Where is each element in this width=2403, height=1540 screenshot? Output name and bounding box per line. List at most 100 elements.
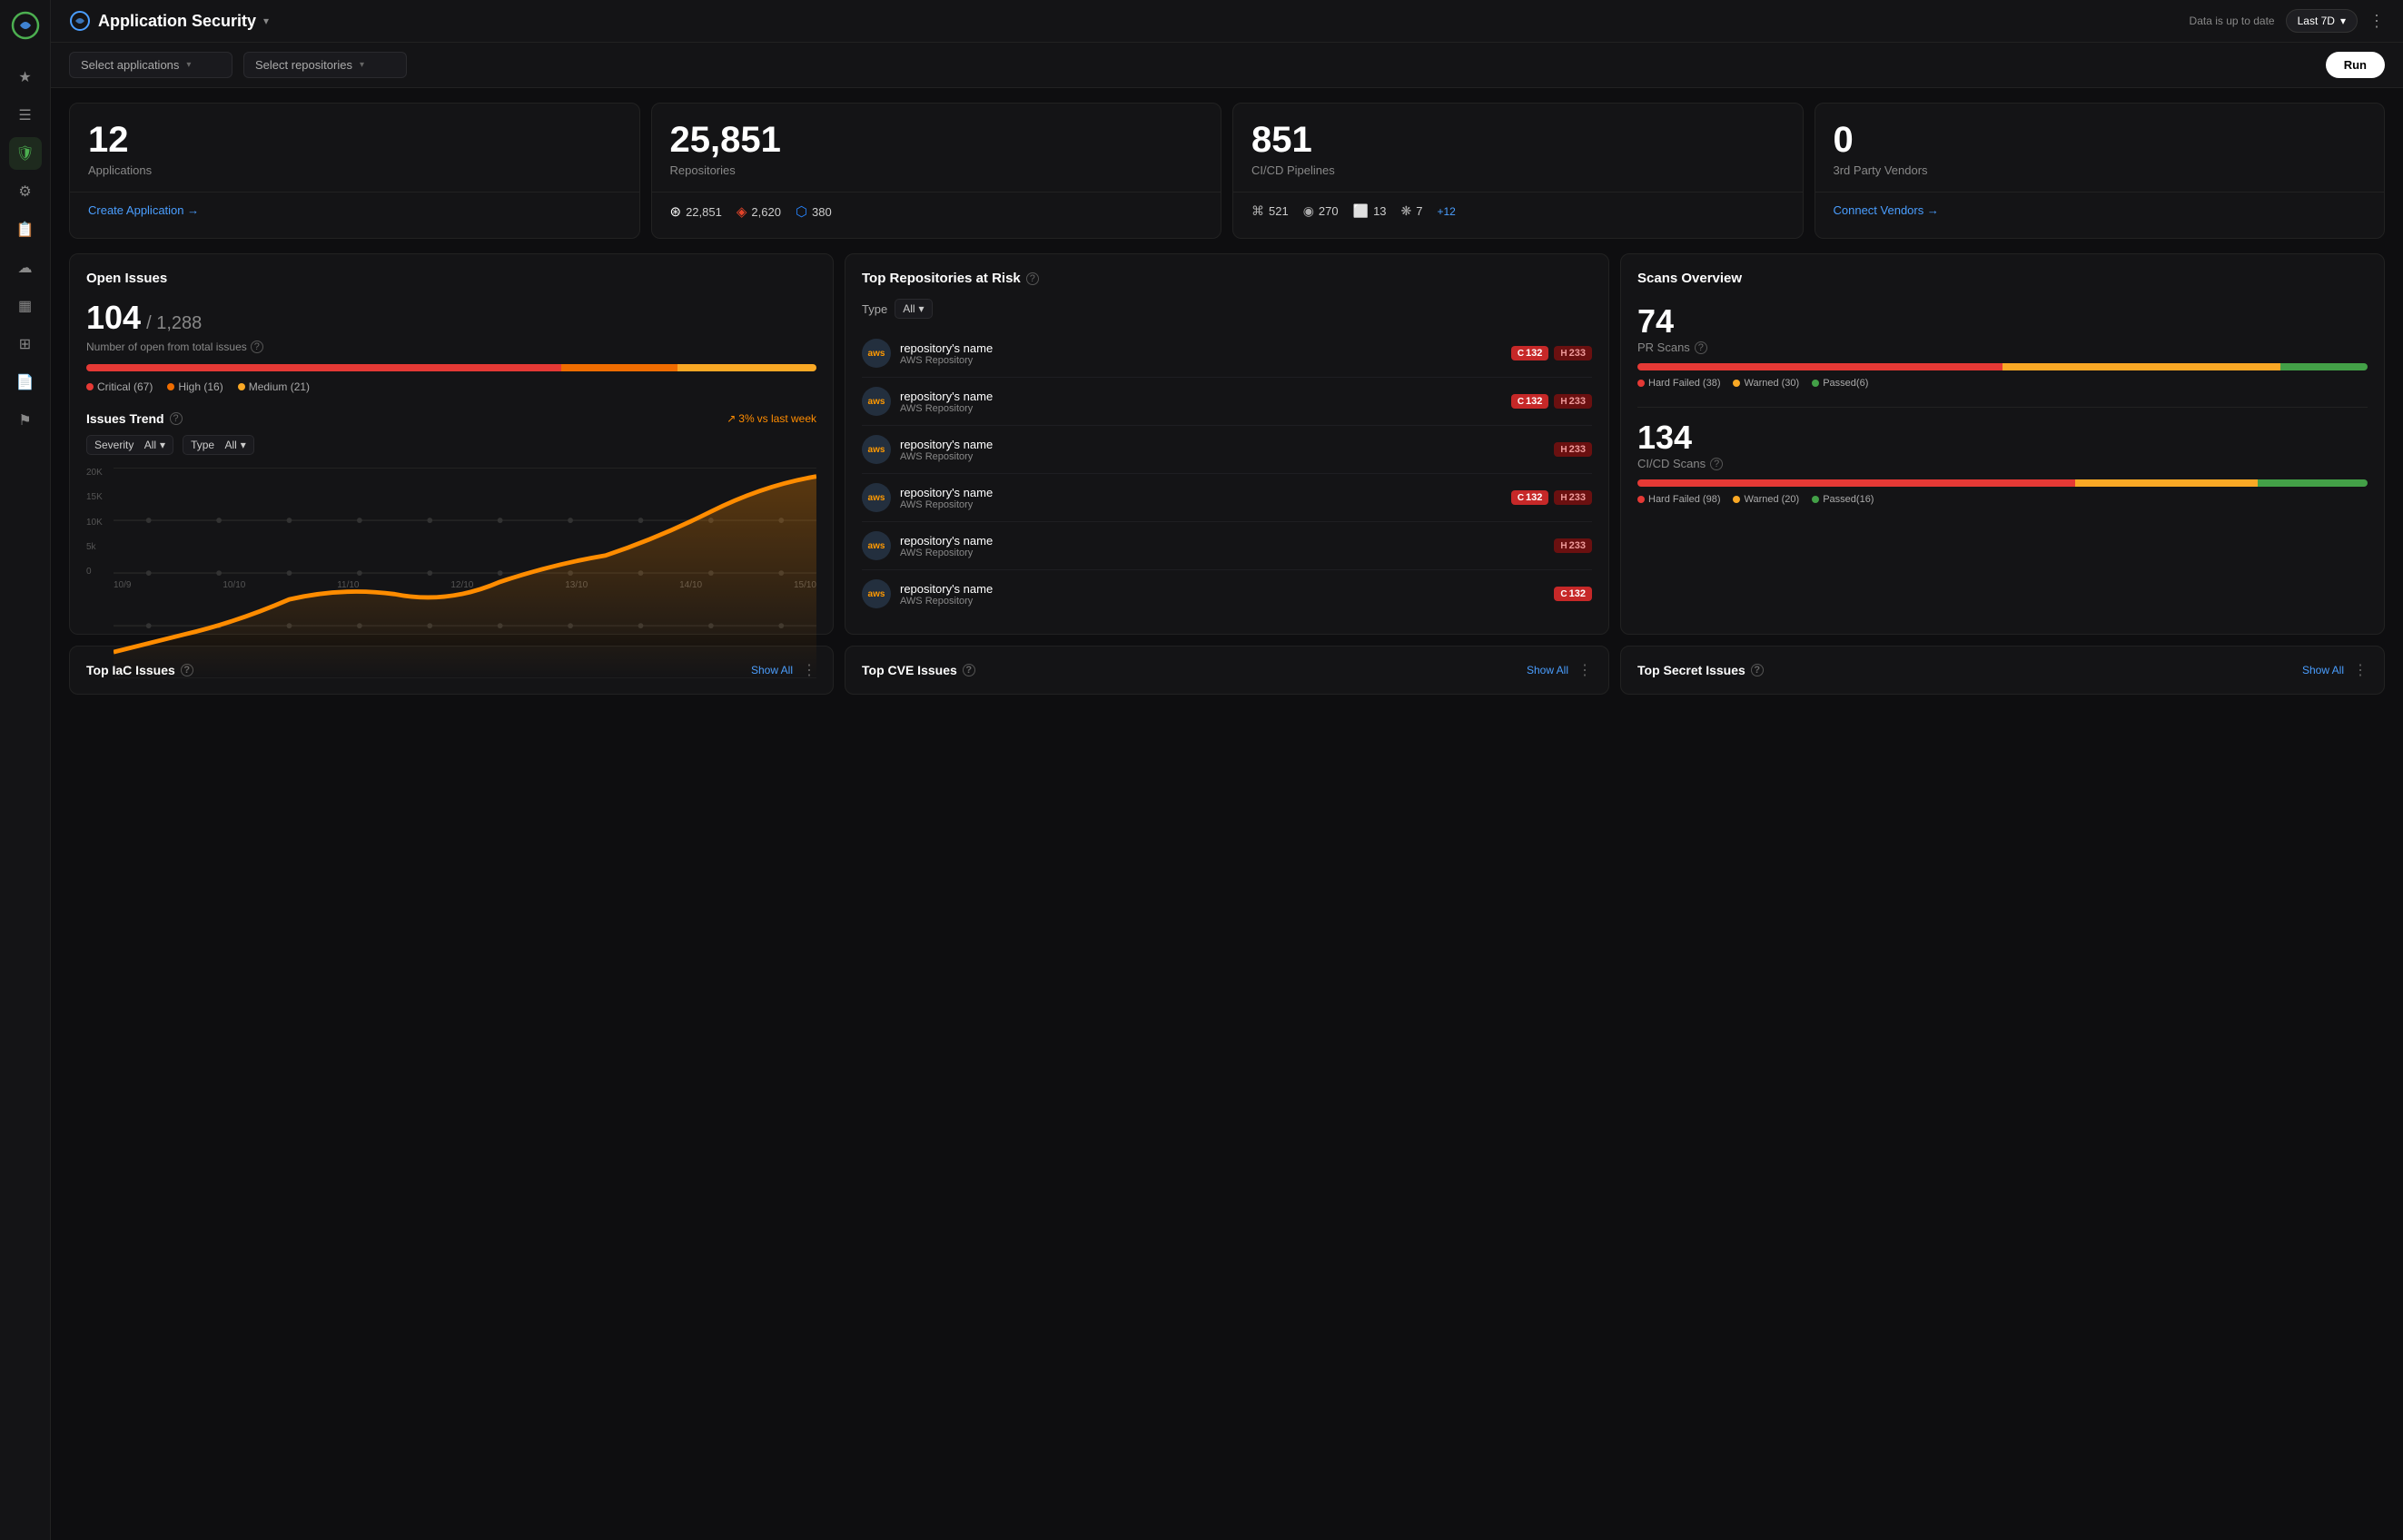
repo-type: AWS Repository: [900, 499, 1506, 510]
aws-logo: aws: [862, 531, 891, 560]
applications-label: Applications: [88, 163, 621, 177]
repo-info: repository's name AWS Repository: [900, 486, 1506, 510]
pipe3-count-value: 13: [1373, 204, 1386, 218]
cicd-pass-bar: [2258, 479, 2368, 487]
critical-badge: C132: [1511, 346, 1549, 360]
repo-type: AWS Repository: [900, 355, 1506, 366]
cicd-warn-bar: [2075, 479, 2258, 487]
open-issues-help-icon[interactable]: ?: [251, 341, 263, 353]
repo-select-chevron: ▾: [360, 60, 364, 70]
scans-title: Scans Overview: [1637, 271, 2368, 286]
cve-help-icon[interactable]: ?: [963, 664, 975, 676]
critical-legend: Critical (67): [86, 380, 153, 393]
chart-y-labels: 20K 15K 10K 5k 0: [86, 468, 114, 577]
repo-name: repository's name: [900, 534, 1548, 548]
secret-show-all[interactable]: Show All: [2302, 664, 2344, 676]
cve-show-all[interactable]: Show All: [1527, 664, 1568, 676]
sidebar-item-grid[interactable]: ▦: [9, 290, 42, 322]
repo-select[interactable]: Select repositories ▾: [243, 52, 407, 78]
cicd-pass-dot: [1812, 496, 1819, 503]
header: Application Security ▾ Data is up to dat…: [51, 0, 2403, 43]
title-chevron-icon[interactable]: ▾: [263, 15, 269, 27]
open-issues-total: / 1,288: [146, 313, 202, 334]
trend-title: Issues Trend ?: [86, 411, 183, 426]
gitlab-icon: ◈: [737, 203, 747, 220]
sidebar-item-list[interactable]: ☰: [9, 99, 42, 132]
open-issues-count: 104: [86, 299, 141, 337]
sidebar-item-cloud[interactable]: ☁: [9, 252, 42, 284]
sidebar-item-star[interactable]: ★: [9, 61, 42, 94]
applications-card: 12 Applications Create Application →: [69, 103, 640, 239]
pipe3-count: ⬜ 13: [1353, 203, 1387, 219]
sidebar-item-stack[interactable]: ⊞: [9, 328, 42, 360]
cicd-scans-block: 134 CI/CD Scans ? Hard Failed (98): [1637, 419, 2368, 505]
header-more-icon[interactable]: ⋮: [2368, 12, 2385, 31]
repo-row: aws repository's name AWS Repository C13…: [862, 330, 1592, 378]
pipe1-count-value: 521: [1269, 204, 1289, 218]
pr-scans-bar: [1637, 363, 2368, 370]
repositories-number: 25,851: [670, 122, 1203, 158]
repo-select-placeholder: Select repositories: [255, 58, 352, 72]
top-repos-help-icon[interactable]: ?: [1026, 272, 1039, 285]
cicd-warn-dot: [1733, 496, 1740, 503]
cicd-scans-label: CI/CD Scans ?: [1637, 457, 2368, 470]
connect-vendors-link[interactable]: Connect Vendors →: [1834, 203, 2367, 217]
repo-name: repository's name: [900, 438, 1548, 451]
trend-chart: 20K 15K 10K 5k 0: [86, 468, 816, 577]
pipe1-count: ⌘ 521: [1251, 203, 1289, 219]
high-badge: H233: [1554, 346, 1592, 360]
run-button[interactable]: Run: [2326, 52, 2385, 78]
cicd-warn-legend: Warned (20): [1733, 494, 1799, 505]
pipe2-count-value: 270: [1319, 204, 1339, 218]
repo-info: repository's name AWS Repository: [900, 390, 1506, 414]
app-select[interactable]: Select applications ▾: [69, 52, 232, 78]
high-bar: [561, 364, 678, 371]
sidebar-item-file[interactable]: 📄: [9, 366, 42, 399]
sidebar-item-calendar[interactable]: 📋: [9, 213, 42, 246]
pr-pass-bar: [2280, 363, 2368, 370]
pr-scans-help-icon[interactable]: ?: [1695, 341, 1707, 354]
repos-type-select[interactable]: All ▾: [895, 299, 932, 319]
sidebar-item-shield[interactable]: 🛡: [9, 137, 42, 170]
cicd-scans-legend: Hard Failed (98) Warned (20) Passed(16): [1637, 494, 2368, 505]
app-logo[interactable]: [11, 11, 40, 40]
pipe3-icon: ⬜: [1353, 203, 1369, 219]
cve-more-icon[interactable]: ⋮: [1577, 661, 1592, 679]
aws-logo: aws: [862, 483, 891, 512]
gitlab-count-value: 2,620: [751, 205, 781, 219]
secret-more-icon[interactable]: ⋮: [2353, 661, 2368, 679]
repo-row: aws repository's name AWS Repository H23…: [862, 522, 1592, 570]
github-icon: ⊛: [670, 203, 682, 220]
vendors-card: 0 3rd Party Vendors Connect Vendors →: [1815, 103, 2386, 239]
scans-overview-section: Scans Overview 74 PR Scans ?: [1620, 253, 2385, 635]
time-selector-button[interactable]: Last 7D ▾: [2286, 9, 2358, 33]
severity-filter[interactable]: Severity All ▾: [86, 435, 173, 455]
cicd-scans-help-icon[interactable]: ?: [1710, 458, 1723, 470]
secret-help-icon[interactable]: ?: [1751, 664, 1764, 676]
sidebar-item-settings[interactable]: ⚙: [9, 175, 42, 208]
type-filter[interactable]: Type All ▾: [183, 435, 254, 455]
high-badge: H233: [1554, 538, 1592, 553]
cicd-pass-legend: Passed(16): [1812, 494, 1874, 505]
medium-dot: [238, 383, 245, 390]
critical-badge: C132: [1554, 587, 1592, 601]
repo-type: AWS Repository: [900, 403, 1506, 414]
repo-row: aws repository's name AWS Repository C13…: [862, 570, 1592, 617]
header-right: Data is up to date Last 7D ▾ ⋮: [2190, 9, 2385, 33]
critical-dot: [86, 383, 94, 390]
pr-fail-legend: Hard Failed (38): [1637, 378, 1720, 389]
bitbucket-icon: ⬡: [796, 203, 807, 220]
vendors-number: 0: [1834, 122, 2367, 158]
cicd-fail-dot: [1637, 496, 1645, 503]
top-repos-title: Top Repositories at Risk: [862, 271, 1021, 286]
trend-help-icon[interactable]: ?: [170, 412, 183, 425]
sidebar-item-flag[interactable]: ⚑: [9, 404, 42, 437]
pipe2-count: ◉ 270: [1303, 203, 1339, 219]
pr-pass-legend: Passed(6): [1812, 378, 1868, 389]
critical-bar: [86, 364, 561, 371]
gitlab-count: ◈ 2,620: [737, 203, 781, 220]
pipelines-number: 851: [1251, 122, 1785, 158]
issues-legend: Critical (67) High (16) Medium (21): [86, 380, 816, 393]
bitbucket-count: ⬡ 380: [796, 203, 832, 220]
create-application-link[interactable]: Create Application →: [88, 203, 621, 217]
